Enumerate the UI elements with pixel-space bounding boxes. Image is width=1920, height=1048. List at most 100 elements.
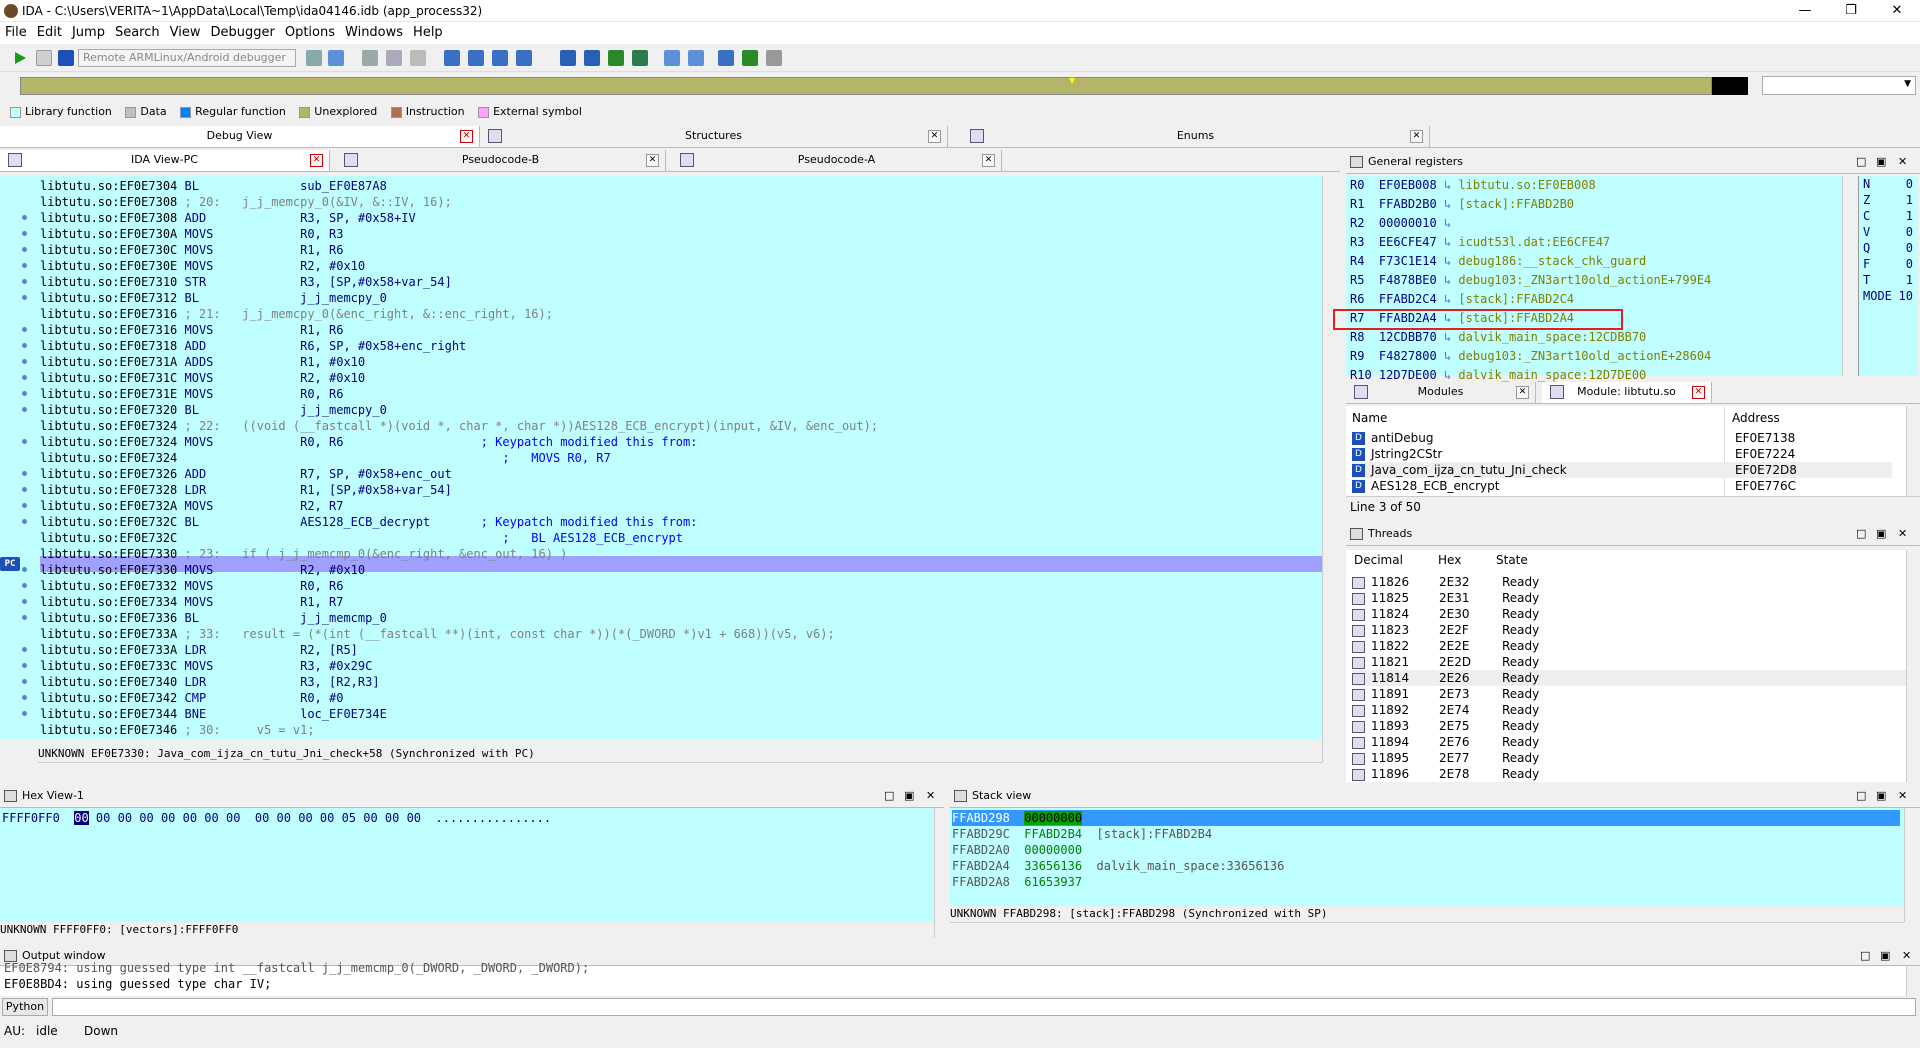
module-row[interactable]: DantiDebug EF0E7138 bbox=[1352, 430, 1892, 446]
float-icon[interactable]: ▣ bbox=[1876, 524, 1886, 544]
thread-row[interactable]: 11826 2E32 Ready bbox=[1352, 574, 1920, 590]
stack-row[interactable]: FFABD2A0 00000000 bbox=[952, 842, 1097, 858]
close-icon[interactable]: ✕ bbox=[982, 154, 995, 167]
minimize-button[interactable]: — bbox=[1782, 0, 1828, 22]
disasm-line[interactable]: libtutu.so:EF0E730C MOVS R1, R6 bbox=[40, 242, 474, 258]
language-button[interactable]: Python bbox=[2, 998, 48, 1016]
restore-icon[interactable]: □ bbox=[1860, 946, 1870, 966]
detach-icon[interactable] bbox=[328, 50, 344, 66]
close-icon[interactable]: ✕ bbox=[310, 154, 323, 167]
step-out-icon[interactable] bbox=[516, 50, 532, 66]
stack-row[interactable]: FFABD2A8 61653937 bbox=[952, 874, 1097, 890]
thread-row[interactable]: 11893 2E75 Ready bbox=[1352, 718, 1920, 734]
thread-row[interactable]: 11896 2E78 Ready bbox=[1352, 766, 1920, 782]
thread-row[interactable]: 11821 2E2D Ready bbox=[1352, 654, 1920, 670]
menu-jump[interactable]: Jump bbox=[67, 22, 110, 44]
close-icon[interactable]: ✕ bbox=[1898, 524, 1907, 544]
tab-module-libtutu[interactable]: Module: libtutu.so ✕ bbox=[1542, 382, 1712, 403]
restore-icon[interactable]: □ bbox=[1856, 152, 1866, 172]
disasm-line[interactable]: libtutu.so:EF0E7332 MOVS R0, R6 bbox=[40, 578, 474, 594]
close-icon[interactable]: ✕ bbox=[646, 154, 659, 167]
menu-debugger[interactable]: Debugger bbox=[205, 22, 279, 44]
thread-row[interactable]: 11894 2E76 Ready bbox=[1352, 734, 1920, 750]
registers-panel[interactable]: R0 EF0EB008 ↳ libtutu.so:EF0EB008 R1 FFAB… bbox=[1346, 176, 1842, 382]
restore-icon[interactable]: □ bbox=[1856, 524, 1866, 544]
modules-scrollbar[interactable] bbox=[1906, 406, 1920, 496]
close-window-button[interactable]: ✕ bbox=[1874, 0, 1920, 22]
disasm-line[interactable]: libtutu.so:EF0E7318 ADD R6, SP, #0x58+en… bbox=[40, 338, 474, 354]
disasm-line[interactable]: libtutu.so:EF0E7330 MOVS R2, #0x10 bbox=[40, 562, 474, 578]
tab-modules[interactable]: Modules ✕ bbox=[1346, 382, 1536, 403]
run-to-cursor-icon[interactable] bbox=[492, 50, 508, 66]
disasm-line[interactable]: libtutu.so:EF0E731C MOVS R2, #0x10 bbox=[40, 370, 474, 386]
disasm-line[interactable]: libtutu.so:EF0E733A LDR R2, [R5] bbox=[40, 642, 474, 658]
disasm-line[interactable]: libtutu.so:EF0E7336 BL j_j_memcmp_0 bbox=[40, 610, 474, 626]
disasm-vertical-scrollbar[interactable] bbox=[1322, 176, 1340, 762]
register-row[interactable]: R9 F4827800 ↳ debug103:_ZN3art10old_acti… bbox=[1350, 347, 1711, 366]
menu-view[interactable]: View bbox=[165, 22, 206, 44]
close-icon[interactable]: ✕ bbox=[1516, 386, 1529, 399]
register-row[interactable]: R5 F4878BE0 ↳ debug103:_ZN3art10old_acti… bbox=[1350, 271, 1711, 290]
register-row[interactable]: R4 F73C1E14 ↳ debug186:__stack_chk_guard bbox=[1350, 252, 1646, 271]
network-icon[interactable] bbox=[718, 50, 734, 66]
disasm-line[interactable]: libtutu.so:EF0E7304 BL sub_EF0E87A8 bbox=[40, 178, 474, 194]
disasm-line[interactable]: libtutu.so:EF0E7330 ; 23: if ( j_j_memcm… bbox=[40, 546, 567, 562]
flag-row[interactable]: Z1 bbox=[1863, 192, 1917, 208]
thread-row[interactable]: 11823 2E2F Ready bbox=[1352, 622, 1920, 638]
flag-row[interactable]: T1 bbox=[1863, 272, 1917, 288]
float-icon[interactable]: ▣ bbox=[1880, 946, 1890, 966]
disasm-line[interactable]: libtutu.so:EF0E731E MOVS R0, R6 bbox=[40, 386, 474, 402]
disasm-line[interactable]: libtutu.so:EF0E7346 ; 30: v5 = v1; bbox=[40, 722, 315, 738]
register-row[interactable]: R6 FFABD2C4 ↳ [stack]:FFABD2C4 bbox=[1350, 290, 1574, 309]
add-node-icon[interactable] bbox=[742, 50, 758, 66]
tab-ida-view-pc[interactable]: IDA View-PC ✕ bbox=[0, 150, 330, 171]
thread-row[interactable]: 11825 2E31 Ready bbox=[1352, 590, 1920, 606]
disasm-line[interactable]: libtutu.so:EF0E7340 LDR R3, [R2,R3] bbox=[40, 674, 474, 690]
column-header-hex[interactable]: Hex bbox=[1438, 552, 1461, 568]
close-icon[interactable]: ✕ bbox=[1898, 786, 1907, 806]
close-icon[interactable]: ✕ bbox=[926, 786, 935, 806]
disasm-line[interactable]: libtutu.so:EF0E732C BL AES128_ECB_decryp… bbox=[40, 514, 697, 530]
disasm-line[interactable]: libtutu.so:EF0E732C ; BL AES128_ECB_encr… bbox=[40, 530, 683, 546]
disasm-line[interactable]: libtutu.so:EF0E732A MOVS R2, R7 bbox=[40, 498, 474, 514]
step-over-icon[interactable] bbox=[468, 50, 484, 66]
disasm-line[interactable]: libtutu.so:EF0E7326 ADD R7, SP, #0x58+en… bbox=[40, 466, 474, 482]
stack-row[interactable]: FFABD29C FFABD2B4 [stack]:FFABD2B4 bbox=[952, 826, 1212, 842]
tab-pseudocode-b[interactable]: Pseudocode-B ✕ bbox=[336, 150, 666, 171]
stack-row[interactable]: FFABD2A4 33656136 dalvik_main_space:3365… bbox=[952, 858, 1284, 874]
disasm-line[interactable]: libtutu.so:EF0E7324 ; 22: ((void (__fast… bbox=[40, 418, 878, 434]
menu-options[interactable]: Options bbox=[280, 22, 340, 44]
disasm-line[interactable]: libtutu.so:EF0E731A ADDS R1, #0x10 bbox=[40, 354, 474, 370]
segment-icon[interactable] bbox=[632, 50, 648, 66]
thread-row[interactable]: 11891 2E73 Ready bbox=[1352, 686, 1920, 702]
maximize-button[interactable]: ❐ bbox=[1828, 0, 1874, 22]
command-input[interactable] bbox=[52, 998, 1916, 1016]
column-header-name[interactable]: Name bbox=[1352, 410, 1387, 426]
restore-icon[interactable]: □ bbox=[884, 786, 894, 806]
output-scrollbar[interactable] bbox=[1906, 966, 1920, 996]
float-icon[interactable]: ▣ bbox=[904, 786, 914, 806]
menu-search[interactable]: Search bbox=[110, 22, 165, 44]
hex-view[interactable]: FFFF0FF0 00 00 00 00 00 00 00 00 00 00 0… bbox=[0, 808, 934, 922]
disasm-line[interactable]: libtutu.so:EF0E7344 BNE loc_EF0E734E bbox=[40, 706, 474, 722]
registers-scrollbar[interactable] bbox=[1842, 176, 1856, 376]
delete-breakpoint-icon[interactable] bbox=[410, 50, 426, 66]
disasm-horizontal-scrollbar[interactable] bbox=[38, 762, 1322, 776]
disasm-line[interactable]: libtutu.so:EF0E7310 STR R3, [SP,#0x58+va… bbox=[40, 274, 474, 290]
float-icon[interactable]: ▣ bbox=[1876, 786, 1886, 806]
menu-help[interactable]: Help bbox=[408, 22, 448, 44]
stack-row[interactable]: FFABD298 00000000 bbox=[952, 810, 1900, 826]
thread-row[interactable]: 11814 2E26 Ready bbox=[1352, 670, 1920, 686]
tab-structures[interactable]: Structures ✕ bbox=[480, 126, 948, 147]
navigation-bar[interactable]: ▼ bbox=[20, 77, 1712, 95]
register-row[interactable]: R1 FFABD2B0 ↳ [stack]:FFABD2B0 bbox=[1350, 195, 1574, 214]
disasm-line[interactable]: libtutu.so:EF0E7308 ; 20: j_j_memcpy_0(&… bbox=[40, 194, 452, 210]
remove-node-icon[interactable] bbox=[766, 50, 782, 66]
close-icon[interactable]: ✕ bbox=[928, 130, 941, 143]
tab-enums[interactable]: Enums ✕ bbox=[962, 126, 1430, 147]
function-trace-icon[interactable] bbox=[584, 50, 600, 66]
close-icon[interactable]: ✕ bbox=[1692, 386, 1705, 399]
navigation-select[interactable]: ▼ bbox=[1762, 76, 1916, 95]
tab-pseudocode-a[interactable]: Pseudocode-A ✕ bbox=[672, 150, 1002, 171]
disasm-line[interactable]: libtutu.so:EF0E733A ; 33: result = (*(in… bbox=[40, 626, 835, 642]
